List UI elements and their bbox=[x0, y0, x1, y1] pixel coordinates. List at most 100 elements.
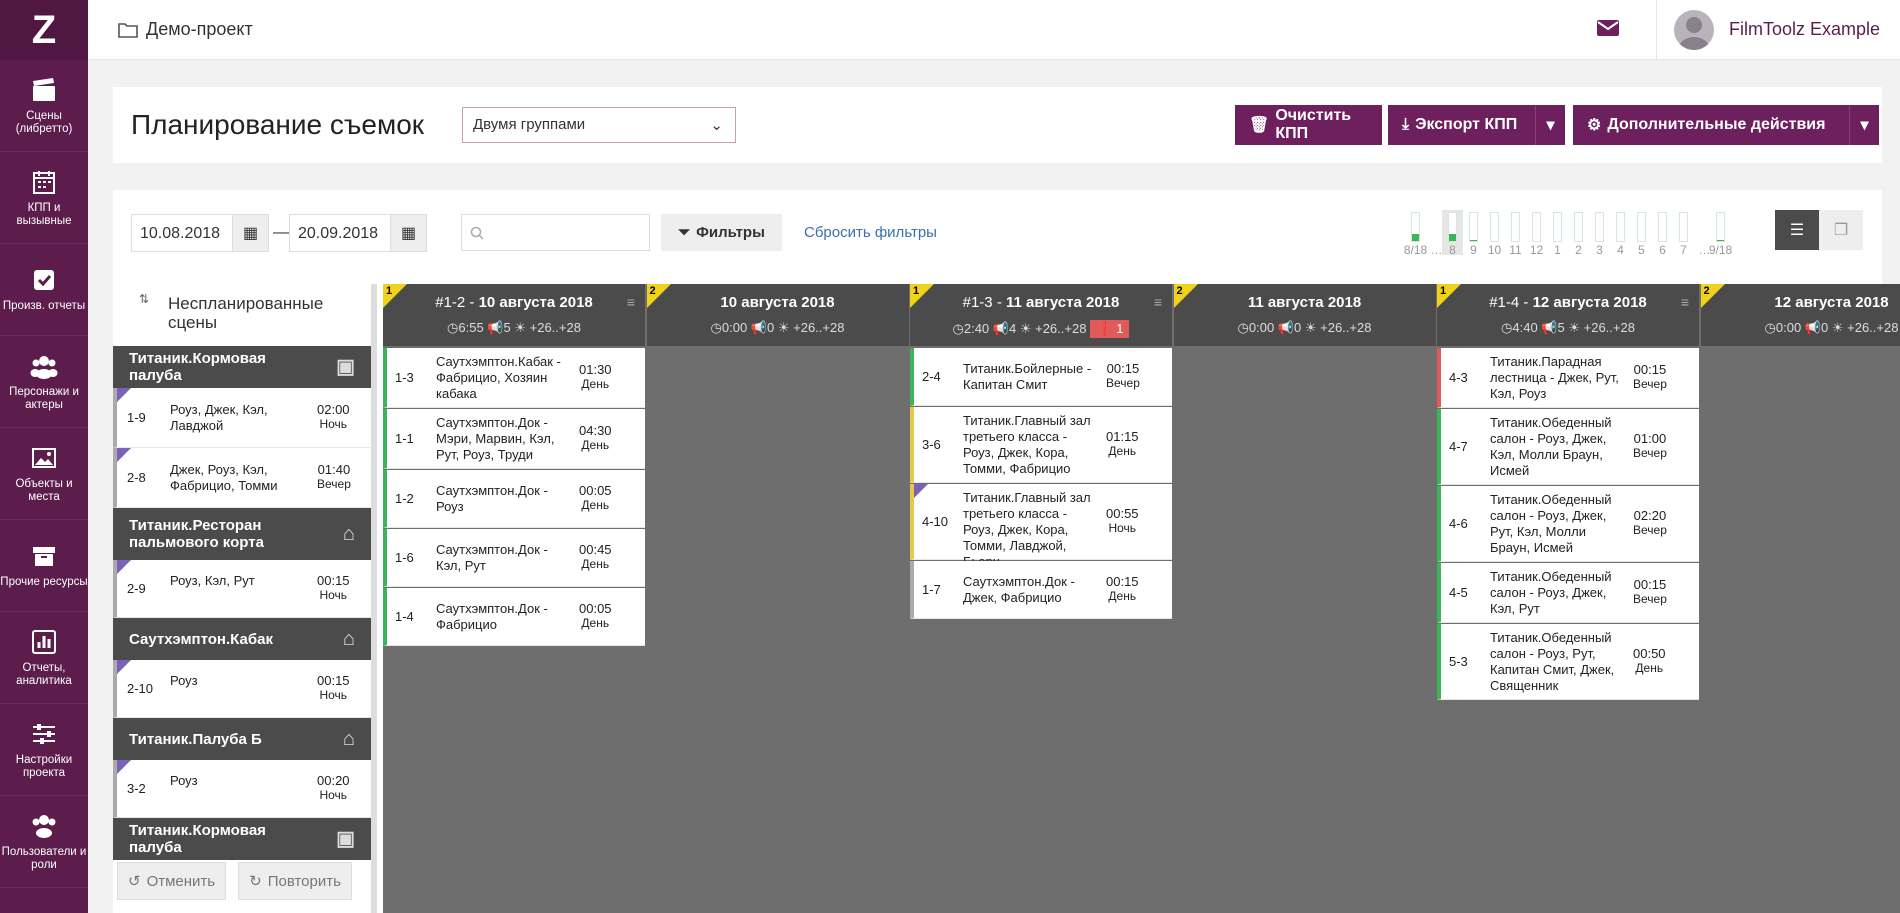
scene-row[interactable]: 2-8 Джек, Роуз, Кэл, Фабрицио, Томми 01:40… bbox=[113, 448, 371, 508]
date-from-field[interactable]: 10.08.2018 ▦ bbox=[131, 214, 269, 252]
user-name[interactable]: FilmToolz Example bbox=[1729, 19, 1880, 40]
day-duration: 2:40 bbox=[963, 321, 990, 336]
day-column-header[interactable]: 2 12 августа 2018 ◷0:00 📢0 ☀ +26..+28 bbox=[1700, 284, 1900, 346]
location-name: Титаник.Палуба Б bbox=[129, 730, 262, 748]
scene-card[interactable]: 1-6 Саутхэмптон.Док - Кэл, Рут 00:45 День bbox=[383, 529, 645, 587]
sort-icon[interactable]: ⇅ bbox=[139, 292, 149, 306]
scene-card[interactable]: 4-5 Титаник.Обеденный салон - Роуз, Джек,… bbox=[1437, 563, 1699, 623]
scene-flag bbox=[117, 560, 131, 574]
filters-button[interactable]: ⏷ Фильтры bbox=[661, 214, 782, 251]
scene-duration: 01:40 bbox=[317, 462, 351, 477]
sidebar-item-label: Объекты и места bbox=[15, 477, 73, 503]
warning-badge[interactable]: ❗ 1 bbox=[1090, 320, 1130, 338]
list-view-button[interactable]: ☰ bbox=[1775, 210, 1819, 250]
day-bar-box bbox=[1658, 212, 1667, 242]
scene-card[interactable]: 4-10 Титаник.Главный зал третьего класса … bbox=[910, 484, 1172, 569]
calendar-icon[interactable]: ▦ bbox=[390, 215, 426, 251]
location-group[interactable]: Титаник.Кормовая палуба ▣ bbox=[113, 818, 371, 860]
folder-icon bbox=[118, 22, 138, 38]
sidebar-item[interactable]: Сцены (либретто) bbox=[0, 60, 88, 152]
mail-icon[interactable] bbox=[1596, 18, 1620, 38]
more-actions-label: Дополнительные действия bbox=[1607, 116, 1826, 133]
date-to-field[interactable]: 20.09.2018 ▦ bbox=[289, 214, 427, 252]
day-date: 11 августа 2018 bbox=[1005, 294, 1120, 311]
day-bar-box bbox=[1490, 212, 1499, 242]
sidebar-item[interactable]: КПП и вызывные bbox=[0, 152, 88, 244]
reset-filters-link[interactable]: Сбросить фильтры bbox=[804, 224, 937, 241]
export-kpp-button[interactable]: ⤓ Экспорт КПП bbox=[1388, 105, 1535, 145]
scene-row[interactable]: 2-10 Роуз 00:15 Ночь bbox=[113, 660, 371, 718]
redo-icon: ↻ bbox=[249, 873, 262, 890]
scrollbar[interactable] bbox=[371, 284, 377, 913]
history-controls: ↺ Отменить ↻ Повторить bbox=[117, 862, 352, 900]
scene-number: 2-9 bbox=[127, 581, 146, 596]
app-logo[interactable]: Z bbox=[0, 0, 88, 60]
list-icon: ☰ bbox=[1789, 222, 1805, 239]
megaphone-icon: 📢 bbox=[747, 320, 767, 335]
day-meta: ◷0:00 📢0 ☀ +26..+28 bbox=[647, 320, 909, 336]
settings-icon[interactable]: ≡ bbox=[1681, 294, 1689, 310]
scene-row[interactable]: 3-2 Роуз 00:20 Ночь bbox=[113, 760, 371, 818]
scene-card[interactable]: 1-4 Саутхэмптон.Док - Фабрицио 00:05 День bbox=[383, 588, 645, 646]
scene-number: 4-6 bbox=[1449, 516, 1468, 531]
scene-time: 00:05 День bbox=[579, 483, 612, 512]
undo-button[interactable]: ↺ Отменить bbox=[117, 862, 227, 900]
search-input[interactable] bbox=[461, 214, 650, 251]
scene-number: 2-8 bbox=[127, 470, 146, 485]
sidebar-item[interactable]: Пользователи и роли bbox=[0, 796, 88, 888]
scene-number: 4-5 bbox=[1449, 585, 1468, 600]
overlay-view-button[interactable]: ❐ bbox=[1819, 210, 1863, 250]
scene-card[interactable]: 1-3 Саутхэмптон.Кабак - Фабрицио, Хозяин … bbox=[383, 348, 645, 408]
sidebar-item[interactable]: Прочие ресурсы bbox=[0, 520, 88, 612]
scene-card[interactable]: 2-4 Титаник.Бойлерные - Капитан Смит 00:15… bbox=[910, 348, 1172, 406]
scene-row[interactable]: 1-9 Роуз, Джек, Кэл, Лавджой 02:00 Ночь bbox=[113, 388, 371, 448]
scene-card[interactable]: 5-3 Титаник.Обеденный салон - Роуз, Рут, … bbox=[1437, 624, 1699, 700]
scene-number: 4-10 bbox=[922, 514, 949, 529]
more-actions-button[interactable]: ⚙ Дополнительные действия bbox=[1573, 105, 1849, 145]
day-prefix: #1-2 - bbox=[435, 294, 479, 311]
sidebar-item[interactable]: Персонажи и актеры bbox=[0, 336, 88, 428]
sidebar-item-label: Персонажи и актеры bbox=[9, 385, 79, 411]
location-group[interactable]: Титаник.Ресторан пальмового корта ⌂ bbox=[113, 508, 371, 560]
scene-time: 02:00 Ночь bbox=[317, 402, 350, 431]
scene-row[interactable]: 2-9 Роуз, Кэл, Рут 00:15 Ночь bbox=[113, 560, 371, 618]
scene-time: 01:40 Вечер bbox=[317, 462, 351, 491]
scene-description: Саутхэмптон.Кабак - Фабрицио, Хозяин каб… bbox=[436, 354, 561, 401]
scene-card[interactable]: 3-6 Титаник.Главный зал третьего класса -… bbox=[910, 407, 1172, 483]
scene-time: 04:30 День bbox=[579, 423, 612, 452]
settings-icon[interactable]: ≡ bbox=[627, 294, 635, 310]
day-column-header[interactable]: 1 #1-4 - 12 августа 2018 ≡ ◷4:40 📢5 ☀ +26..… bbox=[1437, 284, 1699, 346]
sidebar-item[interactable]: Произв. отчеты bbox=[0, 244, 88, 336]
day-column-header[interactable]: 1 #1-2 - 10 августа 2018 ≡ ◷6:55 📢5 ☀ +26..… bbox=[383, 284, 645, 346]
calendar-icon[interactable]: ▦ bbox=[232, 215, 268, 251]
group-mode-select[interactable]: Двумя группами ⌄ bbox=[462, 107, 736, 143]
day-column-header[interactable]: 2 10 августа 2018 ◷0:00 📢0 ☀ +26..+28 bbox=[646, 284, 909, 346]
sidebar-item[interactable]: Объекты и места bbox=[0, 428, 88, 520]
scene-card[interactable]: 1-2 Саутхэмптон.Док - Роуз 00:05 День bbox=[383, 470, 645, 528]
sidebar-item-label: Отчеты, аналитика bbox=[16, 661, 72, 687]
scene-card[interactable]: 1-7 Саутхэмптон.Док - Джек, Фабрицио 00:15… bbox=[910, 561, 1172, 619]
day-bar-box bbox=[1616, 212, 1625, 242]
sidebar-item-label: КПП и вызывные bbox=[16, 201, 72, 227]
more-actions-dropdown-button[interactable]: ▾ bbox=[1849, 105, 1879, 145]
scene-card[interactable]: 4-6 Титаник.Обеденный салон - Роуз, Джек,… bbox=[1437, 486, 1699, 562]
scene-card[interactable]: 4-3 Титаник.Парадная лестница - Джек, Рут… bbox=[1437, 348, 1699, 408]
project-breadcrumb[interactable]: Демо-проект bbox=[118, 19, 253, 40]
day-bar[interactable]: 9/18 bbox=[1709, 210, 1732, 257]
day-column-header[interactable]: 2 11 августа 2018 ◷0:00 📢0 ☀ +26..+28 bbox=[1173, 284, 1436, 346]
location-group[interactable]: Титаник.Палуба Б ⌂ bbox=[113, 718, 371, 760]
avatar[interactable] bbox=[1674, 10, 1714, 50]
location-group[interactable]: Саутхэмптон.Кабак ⌂ bbox=[113, 618, 371, 660]
scene-card[interactable]: 1-1 Саутхэмптон.Док - Мэри, Марвин, Кэл, … bbox=[383, 409, 645, 469]
location-group[interactable]: Титаник.Кормовая палуба ▣ bbox=[113, 346, 371, 388]
export-dropdown-button[interactable]: ▾ bbox=[1535, 105, 1565, 145]
scene-card[interactable]: 4-7 Титаник.Обеденный салон - Роуз, Джек,… bbox=[1437, 409, 1699, 485]
sidebar-item[interactable]: Отчеты, аналитика bbox=[0, 612, 88, 704]
location-name: Саутхэмптон.Кабак bbox=[129, 630, 273, 648]
day-column-header[interactable]: 1 #1-3 - 11 августа 2018 ≡ ◷2:40 📢4 ☀ +26..… bbox=[910, 284, 1172, 346]
settings-icon[interactable]: ≡ bbox=[1154, 294, 1162, 310]
clear-kpp-button[interactable]: 🗑 Очистить КПП bbox=[1235, 105, 1382, 145]
scene-number: 1-7 bbox=[922, 582, 941, 597]
sidebar-item[interactable]: Настройки проекта bbox=[0, 704, 88, 796]
redo-button[interactable]: ↻ Повторить bbox=[238, 862, 352, 900]
